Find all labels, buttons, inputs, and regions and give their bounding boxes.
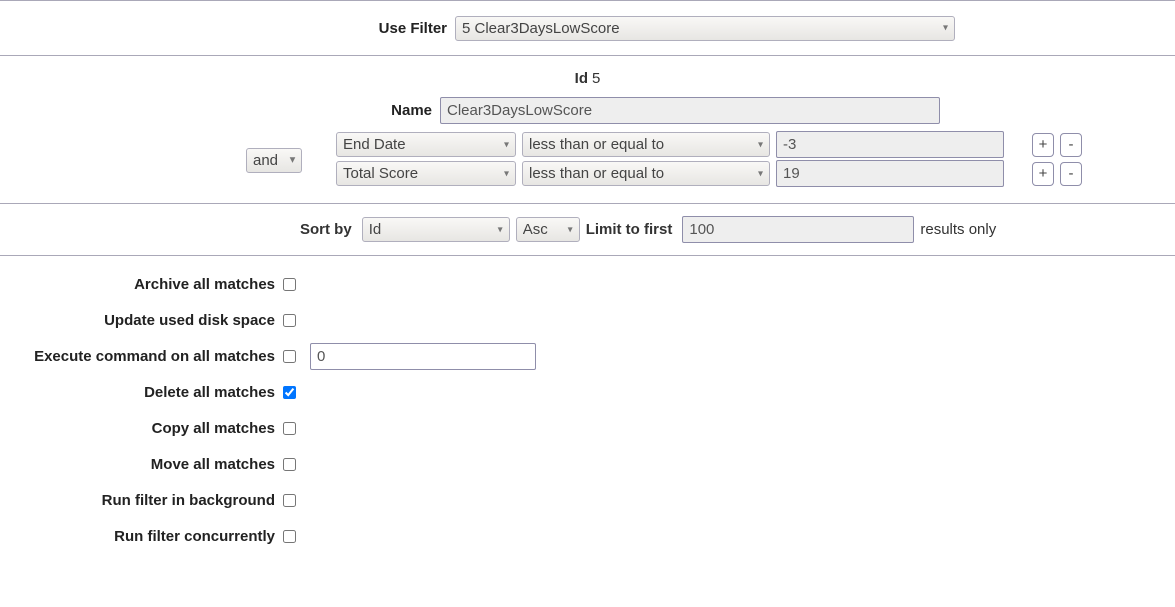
delete-all-label: Delete all matches bbox=[0, 384, 283, 401]
copy-all-checkbox[interactable] bbox=[283, 422, 296, 435]
sort-by-label: Sort by bbox=[300, 221, 356, 238]
logic-select[interactable]: and bbox=[246, 148, 302, 173]
limit-suffix: results only bbox=[920, 221, 996, 238]
rule-remove-button-0[interactable]: - bbox=[1060, 133, 1082, 157]
move-all-label: Move all matches bbox=[0, 456, 283, 473]
archive-label: Archive all matches bbox=[0, 276, 283, 293]
rule-field-select-1[interactable]: Total Score bbox=[336, 161, 516, 186]
exec-cmd-input[interactable] bbox=[310, 343, 536, 370]
limit-label: Limit to first bbox=[586, 221, 677, 238]
rule-op-select-0[interactable]: less than or equal to bbox=[522, 132, 770, 157]
rule-add-button-1[interactable]: + bbox=[1032, 162, 1054, 186]
rule-value-input-0[interactable] bbox=[776, 131, 1004, 158]
limit-input[interactable] bbox=[682, 216, 914, 243]
rule-add-button-0[interactable]: + bbox=[1032, 133, 1054, 157]
rule-op-select-1[interactable]: less than or equal to bbox=[522, 161, 770, 186]
exec-cmd-checkbox[interactable] bbox=[283, 350, 296, 363]
exec-cmd-label: Execute command on all matches bbox=[0, 348, 283, 365]
run-background-checkbox[interactable] bbox=[283, 494, 296, 507]
use-filter-select[interactable]: 5 Clear3DaysLowScore bbox=[455, 16, 955, 41]
run-concurrent-label: Run filter concurrently bbox=[0, 528, 283, 545]
name-input[interactable] bbox=[440, 97, 940, 124]
run-background-label: Run filter in background bbox=[0, 492, 283, 509]
id-value: 5 bbox=[592, 70, 600, 87]
copy-all-label: Copy all matches bbox=[0, 420, 283, 437]
name-label: Name bbox=[0, 102, 440, 119]
sort-field-select[interactable]: Id bbox=[362, 217, 510, 242]
sort-dir-select[interactable]: Asc bbox=[516, 217, 580, 242]
rule-remove-button-1[interactable]: - bbox=[1060, 162, 1082, 186]
run-concurrent-checkbox[interactable] bbox=[283, 530, 296, 543]
rule-value-input-1[interactable] bbox=[776, 160, 1004, 187]
delete-all-checkbox[interactable] bbox=[283, 386, 296, 399]
move-all-checkbox[interactable] bbox=[283, 458, 296, 471]
id-label: Id bbox=[575, 70, 588, 87]
rule-field-select-0[interactable]: End Date bbox=[336, 132, 516, 157]
update-disk-label: Update used disk space bbox=[0, 312, 283, 329]
update-disk-checkbox[interactable] bbox=[283, 314, 296, 327]
archive-checkbox[interactable] bbox=[283, 278, 296, 291]
use-filter-label: Use Filter bbox=[0, 20, 455, 37]
